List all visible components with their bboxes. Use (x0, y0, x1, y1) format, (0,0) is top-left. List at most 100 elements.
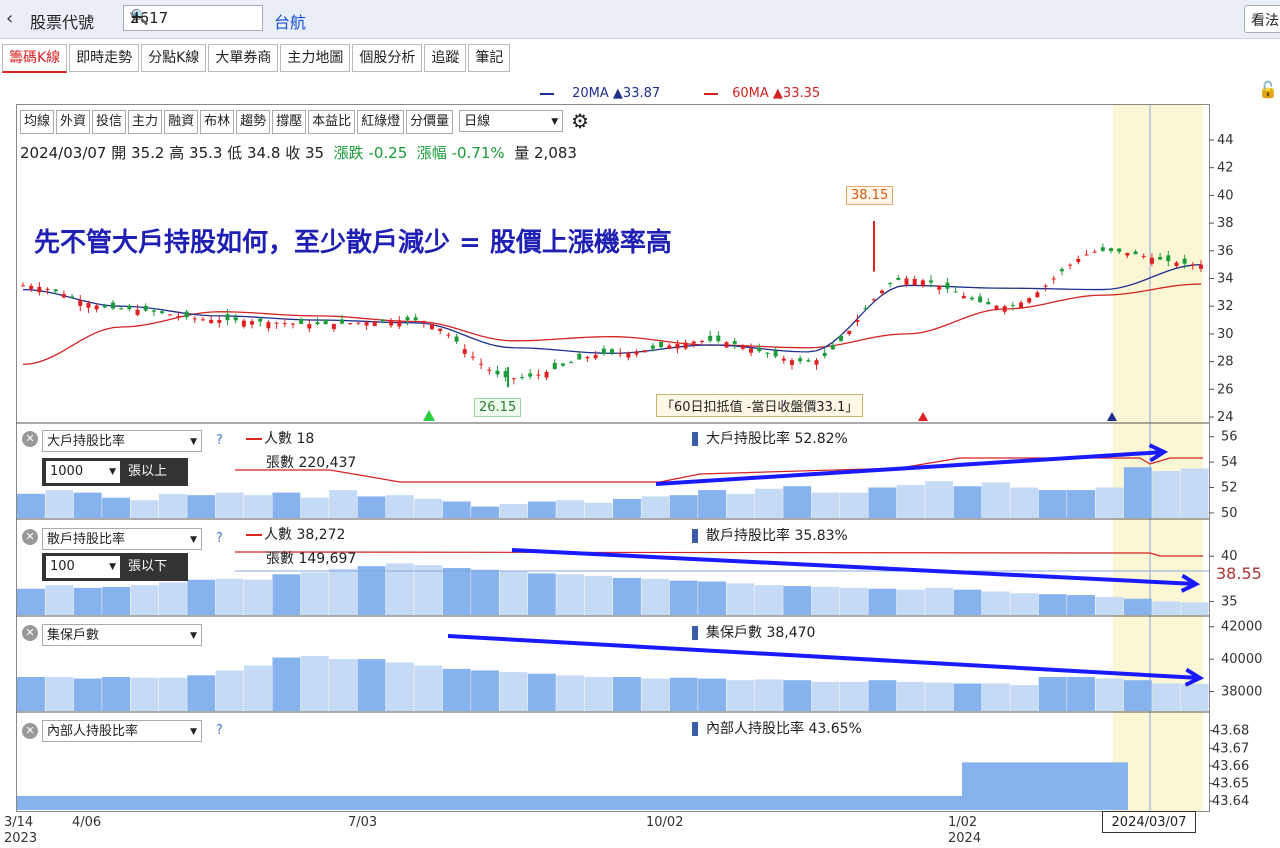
candle-body (1117, 248, 1122, 252)
candle-body (1158, 257, 1163, 260)
big-holder-bar (840, 492, 868, 518)
candle-body (585, 356, 590, 359)
retail-holder-bar (158, 582, 187, 615)
pct-label: 漲幅 (416, 144, 447, 162)
x-tick-label: 3/14 (4, 815, 34, 830)
holders-bar (868, 680, 897, 711)
candle-body (176, 315, 181, 318)
retail-holder-bar (244, 579, 272, 615)
close-icon[interactable]: ✕ (22, 625, 38, 641)
holders-bar (102, 676, 131, 711)
holders-bar (641, 678, 670, 711)
big-holder-bar (613, 498, 641, 518)
x-tick-year: 2023 (4, 831, 38, 846)
indicator-button-4[interactable]: 融資 (164, 110, 199, 134)
big-threshold-select[interactable]: 1000 ▼ (46, 461, 120, 483)
candle-body (675, 343, 680, 349)
candle-body (462, 349, 467, 354)
holders-select-value: 集保戶數 (47, 628, 100, 643)
holders-bar (698, 678, 727, 711)
big-holder-bar (584, 502, 613, 518)
indicator-button-9[interactable]: 紅綠燈 (357, 110, 405, 134)
help-icon[interactable]: ? (216, 531, 223, 546)
retail-holder-bar (130, 585, 159, 615)
indicator-button-1[interactable]: 外資 (56, 110, 91, 134)
gear-icon[interactable]: ⚙ (571, 110, 589, 132)
indicator-button-7[interactable]: 撐壓 (272, 110, 307, 134)
indicator-button-2[interactable]: 投信 (92, 110, 127, 134)
big-holder-bar (17, 493, 45, 518)
retail-holder-select[interactable]: 散戶持股比率 ▼ (42, 528, 202, 550)
candle-body (470, 356, 475, 358)
candle-body (708, 336, 713, 341)
retail-people-line (234, 551, 1203, 557)
retail-holder-bar (1152, 601, 1181, 615)
retail-holder-bar (1010, 593, 1039, 615)
big-holder-y-tick-label: 54 (1221, 455, 1238, 470)
close-icon[interactable]: ✕ (22, 529, 38, 545)
big-holder-select[interactable]: 大戶持股比率 ▼ (42, 430, 202, 452)
holders-bar (329, 659, 358, 711)
x-tick-year: 2024 (948, 831, 982, 846)
ma60-deduction-tooltip: 「60日扣抵值 -當日收盤價33.1」 (656, 394, 864, 417)
indicator-button-5[interactable]: 布林 (200, 110, 235, 134)
indicator-button-0[interactable]: 均線 (20, 110, 55, 134)
insider-y-tick-label: 43.65 (1212, 777, 1249, 792)
retail-holder-bar (584, 576, 613, 615)
indicator-toolbar: 均線 外資 投信 主力 融資 布林 趨勢 撐壓 本益比 紅綠燈 分價量 日線 ▼ ⚙ (20, 110, 589, 134)
big-holder-bar (981, 482, 1010, 518)
candle-body (446, 334, 451, 336)
candle-body (495, 370, 500, 375)
candle-body (200, 319, 205, 321)
big-holder-bar (1123, 467, 1152, 518)
retail-threshold-select[interactable]: 100 ▼ (46, 556, 120, 578)
candle-body (119, 308, 124, 310)
big-holder-bar (1152, 471, 1181, 518)
change-label: 漲跌 (333, 144, 364, 162)
big-holder-bar (641, 496, 670, 518)
period-select[interactable]: 日線 ▼ (459, 110, 564, 132)
candle-body (184, 311, 189, 318)
help-icon[interactable]: ? (216, 433, 223, 448)
candle-body (258, 318, 263, 322)
holders-select[interactable]: 集保戶數 ▼ (42, 624, 202, 646)
big-holder-bar (1010, 487, 1039, 518)
ma20-line (22, 264, 1202, 354)
retail-holder-bar (73, 587, 102, 615)
candle-body (520, 377, 525, 379)
price-y-tick-label: 42 (1217, 161, 1234, 176)
close-icon[interactable]: ✕ (22, 431, 38, 447)
big-holder-bar (300, 497, 329, 518)
price-y-tick-label: 44 (1217, 133, 1234, 148)
candle-body (1027, 298, 1032, 303)
price-y-tick-label: 26 (1217, 382, 1234, 397)
retail-threshold-unit: 張以下 (128, 559, 168, 574)
candle-body (683, 342, 688, 349)
holders-bar (300, 655, 329, 711)
candle-body (405, 317, 410, 321)
retail-shares-label: 張數 149,697 (266, 551, 357, 567)
candle-body (953, 291, 958, 293)
indicator-button-10[interactable]: 分價量 (406, 110, 454, 134)
big-holder-bar (102, 497, 131, 518)
candle-body (45, 288, 50, 290)
big-holder-bar (272, 492, 301, 518)
help-icon[interactable]: ? (216, 723, 223, 738)
candle-body (1035, 292, 1040, 298)
close-icon[interactable]: ✕ (22, 723, 38, 739)
candle-body (789, 360, 794, 365)
holders-bar (244, 665, 272, 711)
insider-y-tick-label: 43.66 (1212, 759, 1249, 774)
candle-body (348, 323, 353, 325)
indicator-button-6[interactable]: 趨勢 (236, 110, 271, 134)
low-price-label: 26.15 (474, 398, 522, 417)
big-people-label: 人數 18 (246, 428, 314, 448)
big-holder-bar (527, 501, 556, 518)
insider-select[interactable]: 內部人持股比率 ▼ (42, 720, 202, 742)
open-value: 35.2 (131, 144, 165, 162)
indicator-button-8[interactable]: 本益比 (308, 110, 356, 134)
candle-body (969, 297, 974, 300)
retail-marker-value: 38.55 (1216, 564, 1262, 583)
sell-marker-icon (918, 412, 928, 421)
indicator-button-3[interactable]: 主力 (128, 110, 163, 134)
